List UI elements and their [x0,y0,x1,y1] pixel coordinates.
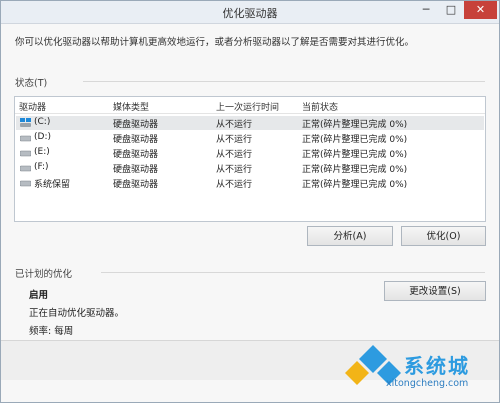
drive-name: (C:) [34,117,51,127]
drive-name: 系统保留 [34,180,71,190]
status-label: 状态(T) [15,78,48,89]
drive-icon [20,135,31,142]
media-type: 硬盘驱动器 [113,135,159,145]
drive-icon [20,150,31,157]
media-type: 硬盘驱动器 [113,165,159,175]
scheduled-optimization-label: 已计划的优化 [15,269,73,280]
last-run: 从不运行 [216,120,253,130]
close-button[interactable]: ✕ [464,1,497,19]
current-status: 正常(碎片整理已完成 0%) [302,165,408,175]
drive-icon [20,165,31,172]
last-run: 从不运行 [216,135,253,145]
scheduled-divider [101,272,485,273]
maximize-button[interactable]: □ [439,1,463,19]
column-header-media-type[interactable]: 媒体类型 [113,100,149,113]
minimize-button[interactable]: ─ [414,1,438,19]
drive-icon [20,180,31,187]
windows-drive-icon [20,118,31,127]
column-header-last-run[interactable]: 上一次运行时间 [216,100,279,113]
schedule-frequency: 频率: 每周 [29,326,74,337]
column-header-drive[interactable]: 驱动器 [19,100,46,113]
drive-row-system-reserved[interactable]: 系统保留 硬盘驱动器 从不运行 正常(碎片整理已完成 0%) [16,176,484,190]
drive-name: (D:) [34,132,51,142]
media-type: 硬盘驱动器 [113,120,159,130]
current-status: 正常(碎片整理已完成 0%) [302,180,408,190]
current-status: 正常(碎片整理已完成 0%) [302,150,408,160]
last-run: 从不运行 [216,180,253,190]
drive-name: (E:) [34,147,50,157]
drive-name: (F:) [34,162,49,172]
current-status: 正常(碎片整理已完成 0%) [302,135,408,145]
optimize-drives-window: 优化驱动器 ─ □ ✕ 你可以优化驱动器以帮助计算机更高效地运行，或者分析驱动器… [0,0,500,403]
last-run: 从不运行 [216,165,253,175]
current-status: 正常(碎片整理已完成 0%) [302,120,408,130]
watermark-url: xitongcheng.com [386,378,469,389]
drive-row-e[interactable]: (E:) 硬盘驱动器 从不运行 正常(碎片整理已完成 0%) [16,146,484,160]
column-header-current-status[interactable]: 当前状态 [302,100,338,113]
optimize-button[interactable]: 优化(O) [401,226,486,246]
watermark-text: 系统城 [404,354,470,378]
schedule-detail: 正在自动优化驱动器。 [29,308,125,319]
drive-row-f[interactable]: (F:) 硬盘驱动器 从不运行 正常(碎片整理已完成 0%) [16,161,484,175]
status-divider [83,81,485,82]
title-bar: 优化驱动器 ─ □ ✕ [1,1,499,24]
description-text: 你可以优化驱动器以帮助计算机更高效地运行，或者分析驱动器以了解是否需要对其进行优… [15,37,415,48]
drive-list[interactable]: 驱动器 媒体类型 上一次运行时间 当前状态 (C:) 硬盘驱动器 从不运行 正常… [14,96,486,222]
analyze-button[interactable]: 分析(A) [307,226,393,246]
drive-row-d[interactable]: (D:) 硬盘驱动器 从不运行 正常(碎片整理已完成 0%) [16,131,484,145]
media-type: 硬盘驱动器 [113,150,159,160]
schedule-state: 启用 [29,290,49,301]
list-header: 驱动器 媒体类型 上一次运行时间 当前状态 [15,97,485,114]
change-settings-button[interactable]: 更改设置(S) [384,281,486,301]
media-type: 硬盘驱动器 [113,180,159,190]
drive-row-c[interactable]: (C:) 硬盘驱动器 从不运行 正常(碎片整理已完成 0%) [16,116,484,130]
last-run: 从不运行 [216,150,253,160]
